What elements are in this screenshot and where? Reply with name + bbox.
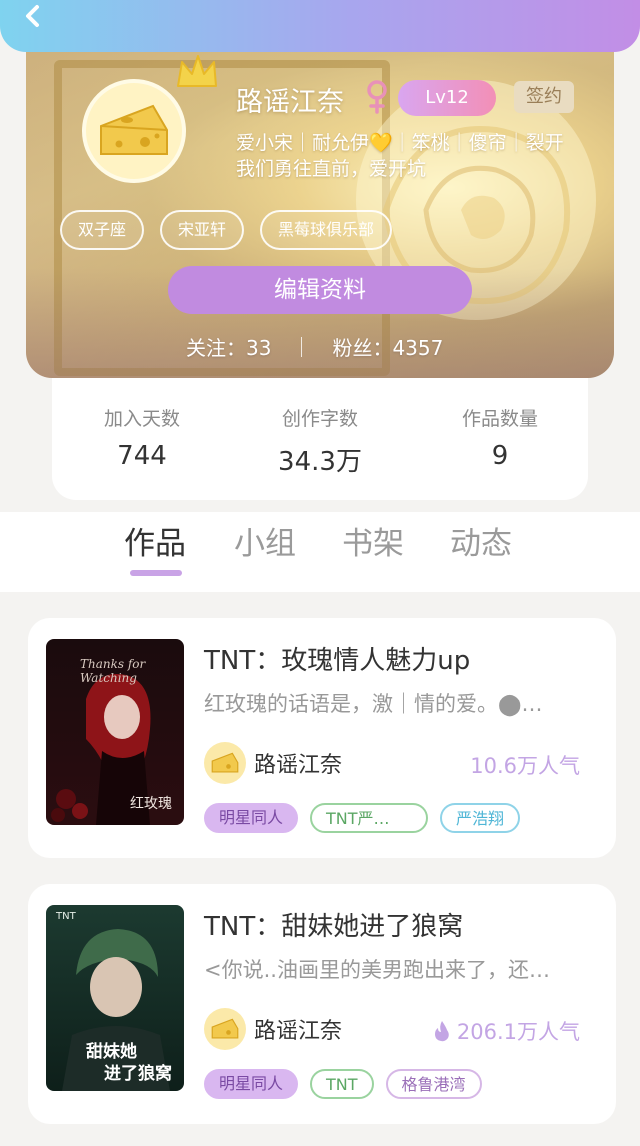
genre-tag[interactable]: 明星同人 <box>204 1069 299 1099</box>
author-info[interactable]: 路谣江奈 <box>204 742 342 784</box>
female-gender-icon <box>367 80 387 114</box>
genre-tag[interactable]: 严浩翔 <box>440 803 521 833</box>
work-description: <你说..油画里的美男跑出来了，还… <box>204 958 550 982</box>
author-info[interactable]: 路谣江奈 <box>204 1008 342 1050</box>
cover-brand: TNT <box>56 911 76 922</box>
work-title[interactable]: TNT：甜妹她进了狼窝 <box>204 906 463 943</box>
tab-groups[interactable]: 小组 <box>234 518 296 563</box>
tab-works[interactable]: 作品 <box>124 518 186 563</box>
work-card[interactable]: Thanks for Watching 红玫瑰 TNT：玫瑰情人魅力up 红玫瑰… <box>28 618 616 858</box>
work-tags: 明星同人 TNT 格鲁港湾 <box>204 1069 482 1099</box>
stat-join-days: 加入天数 744 <box>52 404 232 471</box>
author-name: 路谣江奈 <box>254 753 343 778</box>
chevron-left-icon <box>26 5 39 27</box>
avatar[interactable] <box>82 79 186 183</box>
genre-tag[interactable]: 明星同人 <box>204 803 299 833</box>
author-avatar <box>204 742 246 784</box>
fans-link[interactable]: 粉丝：4357 <box>332 332 443 361</box>
crown-icon <box>177 55 217 87</box>
following-link[interactable]: 关注：33 <box>186 332 271 361</box>
flame-icon <box>434 1021 449 1042</box>
profile-tags: 双子座 宋亚轩 黑莓球俱乐部 <box>60 210 393 250</box>
cover-title: 进了狼窝 <box>104 1064 172 1084</box>
following-label: 关注： <box>186 336 246 360</box>
popularity-count: 206.1万人气 <box>456 1020 580 1044</box>
signed-badge: 签约 <box>514 81 574 113</box>
stats-card: 加入天数 744 创作字数 34.3万 作品数量 9 <box>52 378 588 500</box>
stat-value: 34.3万 <box>278 447 362 477</box>
profile-tag[interactable]: 双子座 <box>60 210 145 250</box>
popularity: 206.1万人气 <box>433 1016 580 1046</box>
tab-activity[interactable]: 动态 <box>450 518 512 563</box>
stat-label: 加入天数 <box>103 408 180 430</box>
stat-word-count: 创作字数 34.3万 <box>230 404 410 478</box>
intro-line: 爱小宋｜耐允伊💛｜笨桃｜傻帘｜裂开 <box>236 132 564 154</box>
username: 路谣江奈 <box>236 87 344 118</box>
edit-profile-button[interactable]: 编辑资料 <box>168 266 472 314</box>
top-bar <box>0 0 640 52</box>
tab-bookshelf[interactable]: 书架 <box>342 518 404 563</box>
fans-count: 4357 <box>392 336 444 360</box>
stat-value: 744 <box>117 441 167 471</box>
follow-stats: 关注：33 粉丝：4357 <box>186 332 443 361</box>
work-description: 红玫瑰的话语是，激｜情的爱。⬤… <box>204 692 543 716</box>
cheese-icon <box>211 1018 239 1039</box>
profile-tag[interactable]: 宋亚轩 <box>160 210 245 250</box>
stat-label: 创作字数 <box>281 408 358 430</box>
author-avatar <box>204 1008 246 1050</box>
profile-header: 路谣江奈 Lv12 签约 爱小宋｜耐允伊💛｜笨桃｜傻帘｜裂开 我们勇往直前，爱开… <box>26 50 614 378</box>
profile-tag[interactable]: 黑莓球俱乐部 <box>260 210 393 250</box>
divider <box>301 336 303 357</box>
level-badge: Lv12 <box>398 80 496 116</box>
book-cover[interactable]: TNT 甜妹她 进了狼窝 <box>46 905 184 1091</box>
popularity-count: 10.6万人气 <box>470 754 580 778</box>
cheese-icon <box>211 752 239 773</box>
genre-tag[interactable]: TNT <box>310 1069 374 1099</box>
intro-line: 我们勇往直前，爱开坑 <box>236 158 427 180</box>
work-title[interactable]: TNT：玫瑰情人魅力up <box>204 640 470 677</box>
work-card[interactable]: TNT 甜妹她 进了狼窝 TNT：甜妹她进了狼窝 <你说..油画里的美男跑出来了… <box>28 884 616 1124</box>
genre-tag[interactable]: 格鲁港湾 <box>385 1069 482 1099</box>
fans-label: 粉丝： <box>332 336 393 360</box>
stat-label: 作品数量 <box>461 408 538 430</box>
active-tab-indicator <box>130 570 182 576</box>
back-button[interactable] <box>18 2 58 32</box>
work-tags: 明星同人 TNT严… 严浩翔 <box>204 803 521 833</box>
cover-script: Thanks for Watching <box>80 657 146 685</box>
stat-value: 9 <box>491 441 509 471</box>
genre-tag[interactable]: TNT严… <box>310 803 429 833</box>
profile-intro: 爱小宋｜耐允伊💛｜笨桃｜傻帘｜裂开 我们勇往直前，爱开坑 <box>236 130 564 182</box>
cheese-icon <box>100 104 168 155</box>
author-name: 路谣江奈 <box>254 1019 343 1044</box>
following-count: 33 <box>246 336 272 360</box>
stat-works-count: 作品数量 9 <box>410 404 590 471</box>
book-cover[interactable]: Thanks for Watching 红玫瑰 <box>46 639 184 825</box>
cover-title: 红玫瑰 <box>130 796 172 812</box>
tab-bar: 作品 小组 书架 动态 <box>0 512 640 592</box>
